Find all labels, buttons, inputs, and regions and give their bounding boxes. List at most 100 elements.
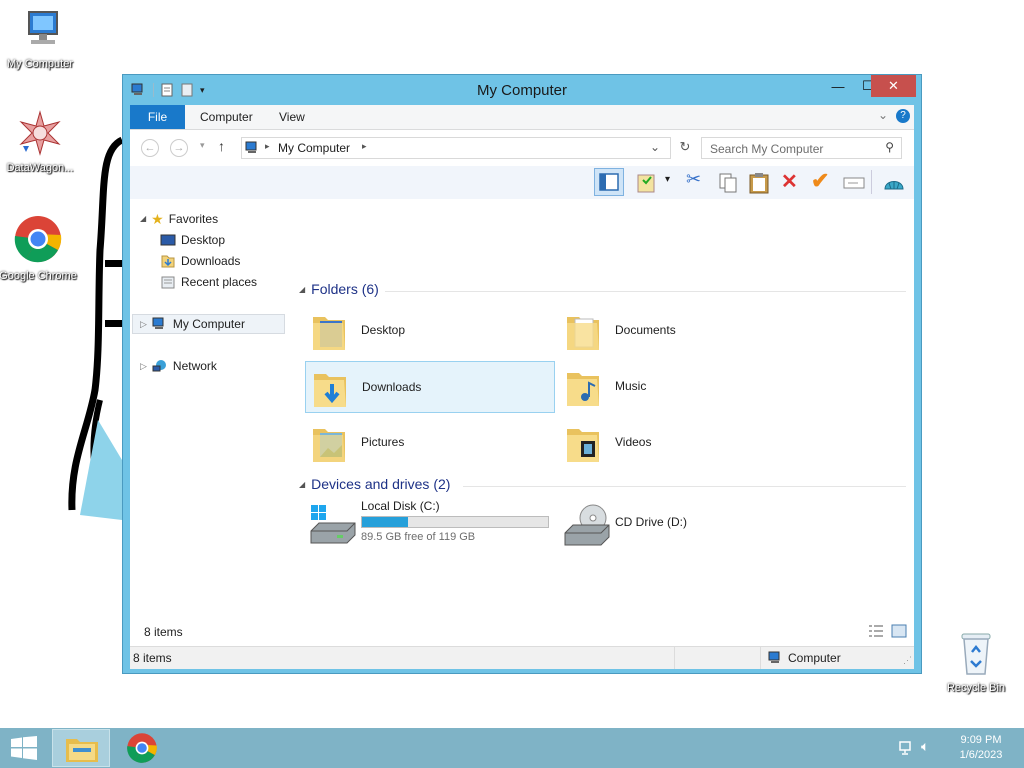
star-icon: ★ — [151, 211, 164, 227]
rename-icon[interactable] — [843, 173, 865, 193]
chevron-right-icon[interactable]: ▸ — [265, 141, 270, 152]
separator — [760, 647, 761, 669]
volume-tray-icon[interactable]: 🔈︎ — [921, 738, 929, 755]
paste-icon[interactable] — [747, 171, 771, 195]
status-bar: 8 items Computer ⋰ — [130, 646, 914, 669]
desktop-icon-label: DataWagon... — [6, 162, 74, 174]
search-input[interactable]: Search My Computer — [710, 142, 823, 156]
expand-arrow-icon[interactable]: ▷ — [140, 356, 147, 376]
desktop-icon-my-computer[interactable]: My Computer — [0, 8, 80, 71]
folder-documents-icon — [567, 317, 599, 350]
minimize-button[interactable]: — — [823, 75, 853, 97]
address-bar[interactable]: ▸ My Computer ▸ ⌄ — [241, 137, 671, 159]
recent-locations-dropdown[interactable]: ▾ — [200, 140, 205, 151]
folder-tile-videos[interactable]: Videos — [559, 417, 809, 469]
taskbar-file-explorer[interactable] — [52, 729, 110, 767]
cut-icon[interactable]: ✂ — [686, 169, 701, 190]
datawagon-icon — [19, 110, 61, 156]
drive-name: Local Disk (C:) — [361, 499, 440, 513]
desktop-icon-google-chrome[interactable]: Google Chrome — [0, 214, 78, 283]
computer-icon — [245, 141, 257, 153]
delete-icon[interactable]: ✕ — [781, 169, 798, 194]
help-icon[interactable]: ? — [896, 109, 910, 123]
address-segment[interactable]: My Computer — [278, 141, 350, 155]
nav-desktop[interactable]: Desktop — [160, 230, 225, 250]
nav-my-computer[interactable]: ▷ My Computer — [132, 314, 285, 334]
folder-name: Downloads — [362, 380, 422, 394]
network-icon — [152, 360, 166, 372]
clock-time: 9:09 PM — [960, 734, 1002, 746]
title-bar[interactable]: ▾ My Computer — ☐ ✕ — [123, 75, 921, 105]
folder-tile-desktop[interactable]: Desktop — [305, 305, 555, 357]
folder-tile-downloads[interactable]: Downloads — [305, 361, 555, 413]
desktop-icon-recycle-bin[interactable]: Recycle Bin — [936, 630, 1016, 695]
nav-network[interactable]: ▷ Network — [140, 356, 217, 376]
details-view-icon[interactable] — [868, 624, 884, 638]
computer-icon — [152, 317, 164, 329]
group-header-drives[interactable]: ◢ Devices and drives (2) — [299, 476, 450, 492]
item-count: 8 items — [144, 625, 183, 639]
folder-downloads-icon — [314, 374, 346, 407]
drive-tile-local-disk[interactable]: Local Disk (C:) 89.5 GB free of 119 GB — [305, 499, 555, 551]
preview-pane-button[interactable] — [594, 168, 624, 196]
chevron-down-icon[interactable]: ⌄ — [878, 108, 888, 122]
window-title: My Computer — [476, 82, 568, 99]
close-button[interactable]: ✕ — [871, 75, 916, 97]
search-icon[interactable]: ⚲ — [885, 140, 894, 154]
forward-button[interactable]: → — [170, 139, 188, 157]
computer-icon — [768, 651, 780, 663]
folder-music-icon — [567, 373, 599, 406]
folder-name: Videos — [615, 435, 652, 449]
recent-places-icon — [161, 276, 175, 289]
status-item-count: 8 items — [133, 651, 172, 665]
drive-name: CD Drive (D:) — [615, 515, 687, 529]
nav-downloads[interactable]: Downloads — [160, 251, 240, 271]
folder-name: Desktop — [361, 323, 406, 337]
separator — [871, 170, 872, 194]
group-header-folders[interactable]: ◢ Folders (6) — [299, 281, 379, 297]
chrome-icon — [14, 216, 62, 263]
folder-tile-documents[interactable]: Documents — [559, 305, 809, 357]
desktop-wallpaper-drawing — [68, 136, 125, 520]
windows-start-icon[interactable] — [10, 736, 38, 760]
folder-tile-pictures[interactable]: Pictures — [305, 417, 555, 469]
network-tray-icon[interactable] — [898, 740, 914, 756]
nav-favorites[interactable]: ◢ ★ Favorites — [140, 209, 218, 229]
shell-icon[interactable] — [882, 171, 906, 195]
explorer-window: ▾ My Computer — ☐ ✕ File Computer View ⌄… — [122, 74, 922, 674]
collapse-arrow-icon[interactable]: ◢ — [299, 285, 305, 294]
large-icons-view-icon[interactable] — [891, 624, 907, 638]
back-button[interactable]: ← — [141, 139, 159, 157]
expand-arrow-icon[interactable]: ▷ — [140, 314, 147, 334]
copy-icon[interactable] — [717, 172, 739, 194]
chevron-right-icon[interactable]: ▸ — [362, 141, 367, 152]
chevron-down-icon[interactable]: ⌄ — [650, 140, 660, 154]
resize-grip-icon[interactable]: ⋰ — [903, 655, 912, 666]
folder-name: Music — [615, 379, 647, 393]
chrome-icon[interactable] — [126, 732, 158, 764]
preview-pane-icon — [599, 173, 619, 191]
folder-tile-music[interactable]: Music — [559, 361, 809, 413]
nav-label: Recent places — [181, 275, 258, 289]
system-clock[interactable]: 9:09 PM 1/6/2023 — [946, 733, 1016, 763]
folder-name: Pictures — [361, 435, 405, 449]
properties-icon[interactable] — [635, 171, 659, 195]
tab-view[interactable]: View — [265, 105, 319, 129]
collapse-arrow-icon[interactable]: ◢ — [299, 480, 305, 489]
downloads-icon — [161, 255, 175, 268]
folder-videos-icon — [567, 429, 599, 462]
separator — [674, 647, 675, 669]
search-box[interactable]: Search My Computer ⚲ — [701, 137, 902, 159]
disk-usage-fill — [362, 517, 409, 527]
desktop-icon-datawagon[interactable]: DataWagon... — [0, 110, 80, 175]
nav-recent-places[interactable]: Recent places — [160, 272, 257, 292]
up-button[interactable]: ↑ — [218, 138, 225, 154]
refresh-button[interactable]: ↻ — [675, 139, 695, 159]
address-row: ← → ▾ ↑ ▸ My Computer ▸ ⌄ ↻ Search My Co… — [130, 130, 914, 166]
checkmark-icon[interactable]: ✔ — [811, 168, 829, 194]
tab-computer[interactable]: Computer — [186, 105, 267, 129]
tab-file[interactable]: File — [130, 105, 185, 129]
expand-arrow-icon[interactable]: ◢ — [140, 209, 146, 229]
chevron-down-icon[interactable]: ▾ — [665, 174, 670, 185]
drive-tile-cd-drive[interactable]: CD Drive (D:) — [559, 499, 759, 551]
